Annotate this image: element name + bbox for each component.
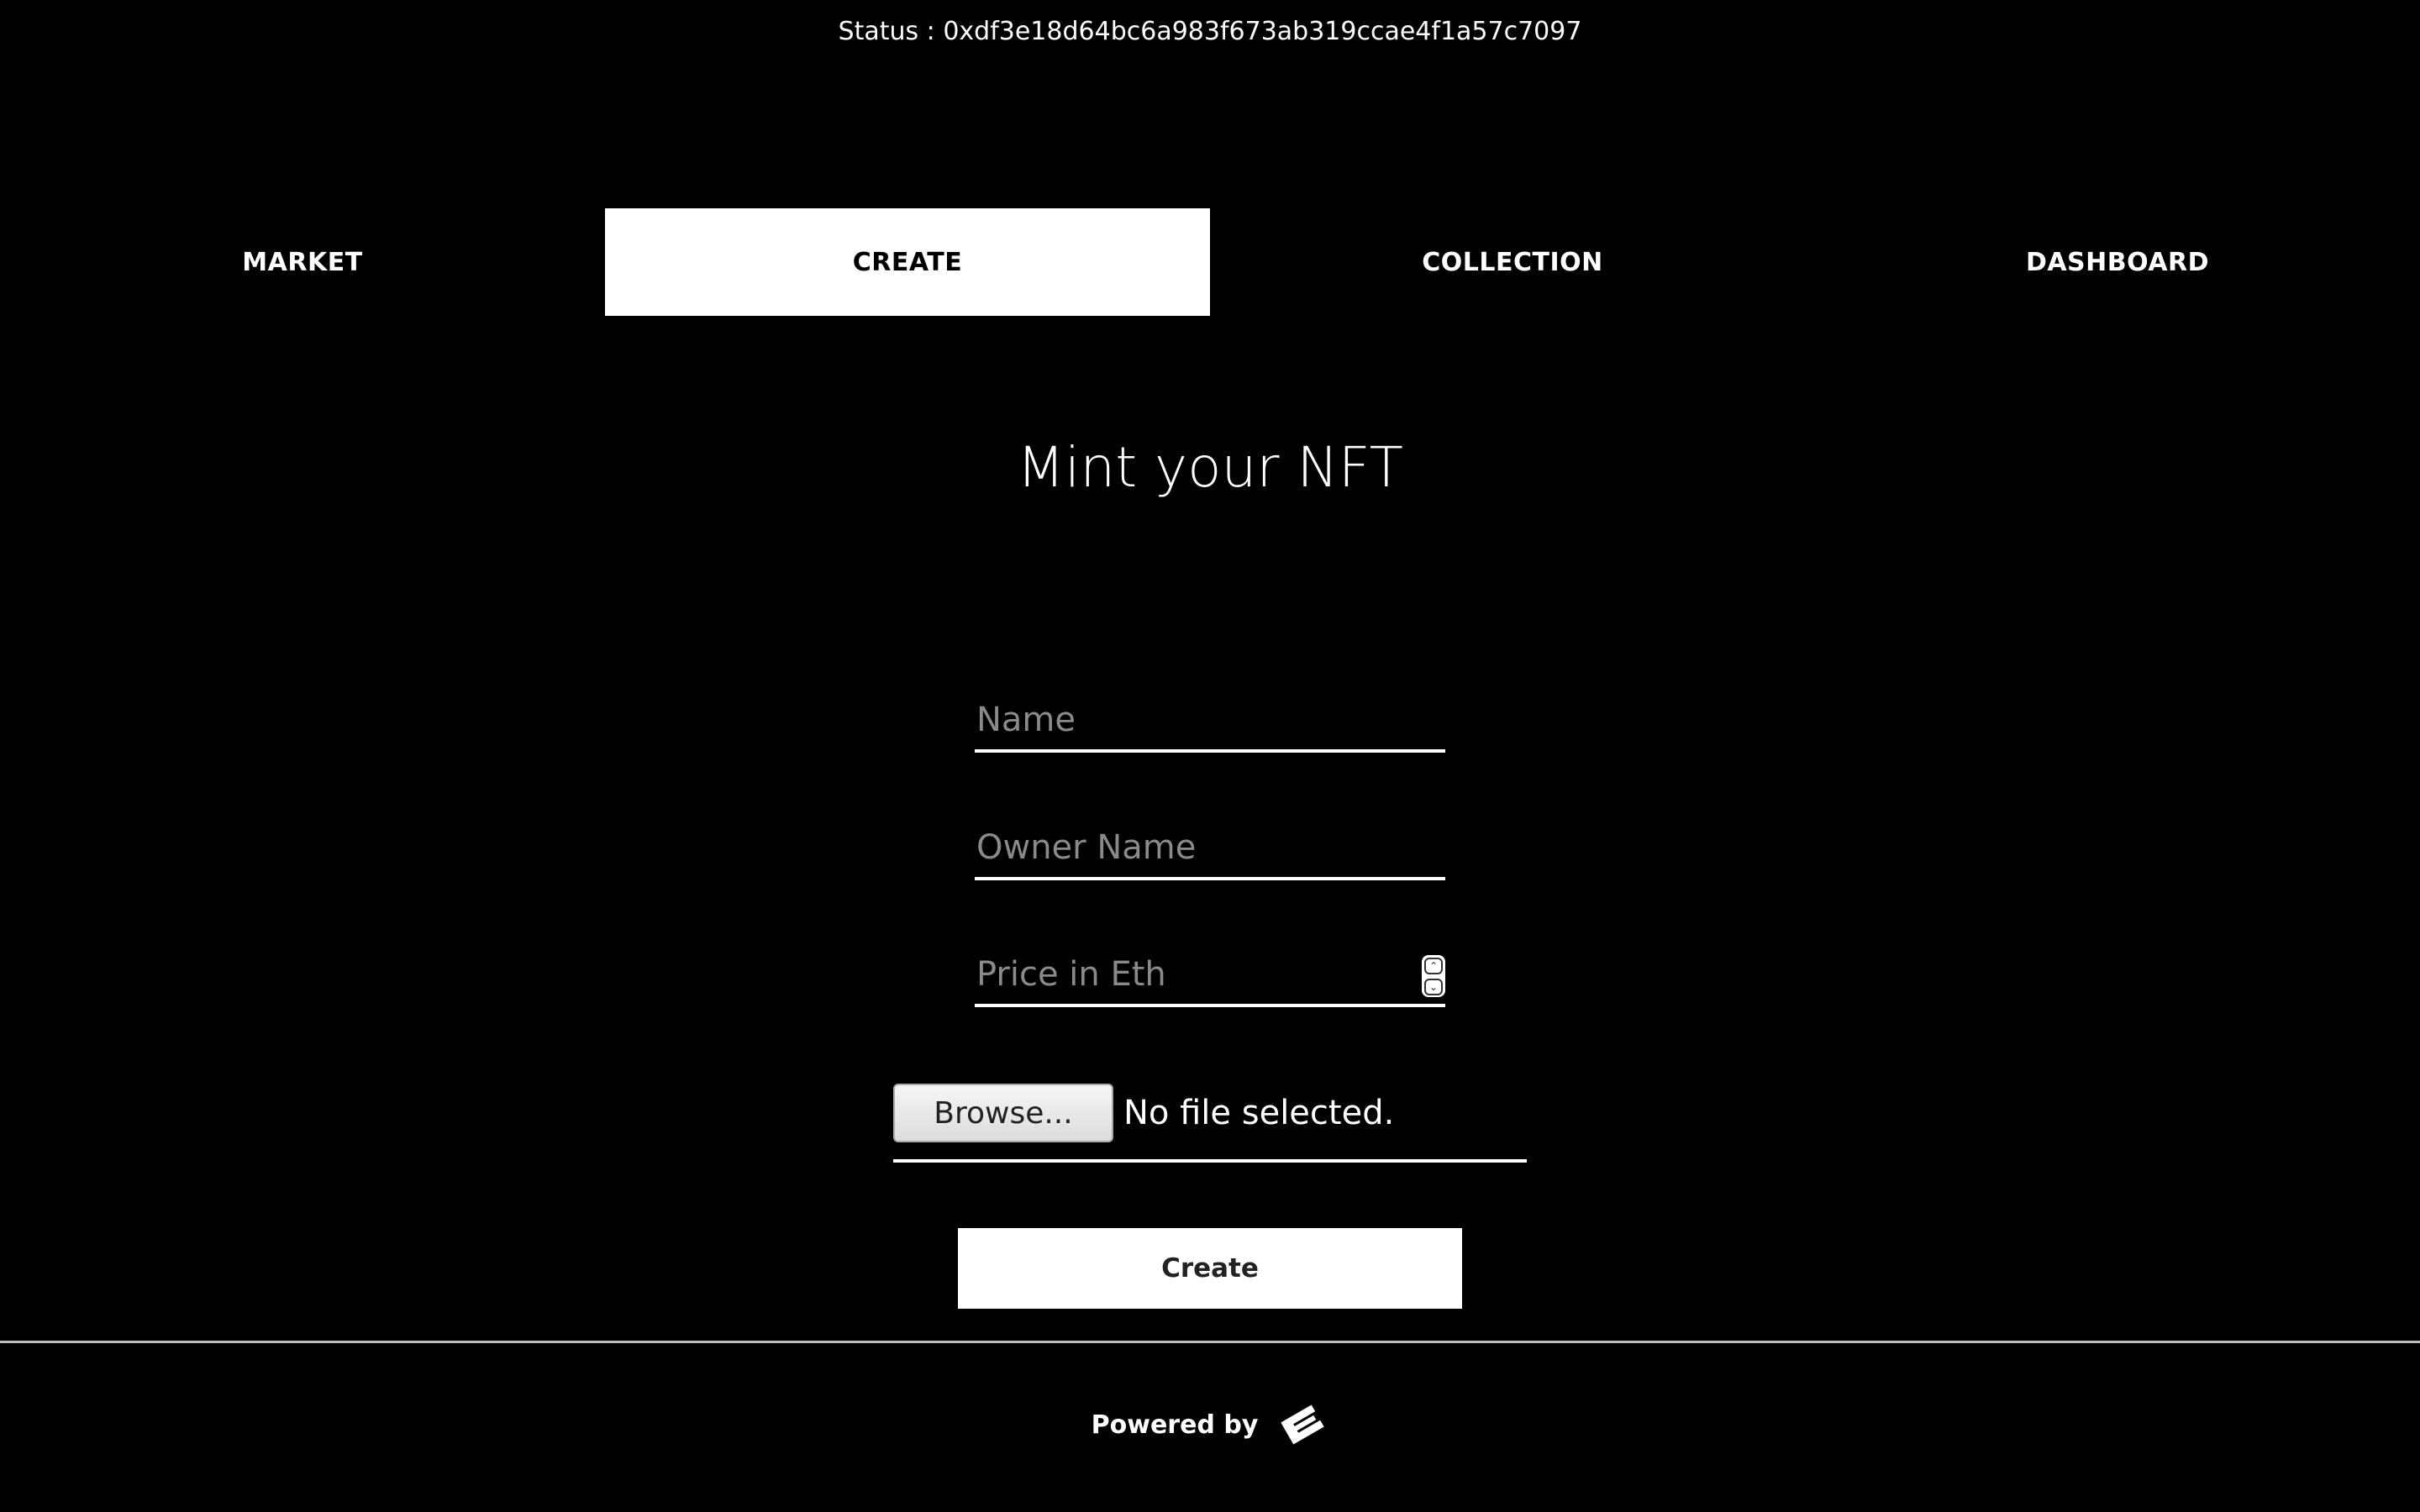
tab-collection[interactable]: COLLECTION	[1210, 208, 1815, 316]
footer-divider	[0, 1341, 2420, 1343]
file-input: Browse... No file selected.	[893, 1084, 1527, 1163]
powered-by-label: Powered by	[1091, 1410, 1259, 1440]
tab-dashboard[interactable]: DASHBOARD	[1815, 208, 2420, 316]
brand-logo-icon	[1281, 1404, 1325, 1445]
chevron-down-icon[interactable]: ⌄	[1424, 978, 1443, 995]
status-text: Status : 0xdf3e18d64bc6a983f673ab319ccae…	[838, 17, 1582, 46]
tab-create[interactable]: CREATE	[605, 208, 1210, 316]
page: Status : 0xdf3e18d64bc6a983f673ab319ccae…	[0, 0, 2420, 1512]
main-nav: MARKET CREATE COLLECTION DASHBOARD	[0, 208, 2420, 316]
create-button[interactable]: Create	[958, 1228, 1462, 1309]
name-input[interactable]	[975, 690, 1445, 749]
file-status-text: No file selected.	[1123, 1094, 1395, 1132]
chevron-up-icon[interactable]: ⌃	[1424, 957, 1443, 974]
price-field: ⌃ ⌄	[975, 945, 1445, 1007]
owner-name-input[interactable]	[975, 818, 1445, 877]
owner-name-field	[975, 818, 1445, 880]
page-title: Mint your NFT	[1017, 435, 1403, 500]
price-stepper[interactable]: ⌃ ⌄	[1422, 955, 1445, 997]
tab-market[interactable]: MARKET	[0, 208, 605, 316]
browse-button[interactable]: Browse...	[893, 1084, 1113, 1142]
name-field	[975, 690, 1445, 753]
price-input[interactable]	[975, 945, 1445, 1004]
footer: Powered by	[0, 1394, 2420, 1455]
